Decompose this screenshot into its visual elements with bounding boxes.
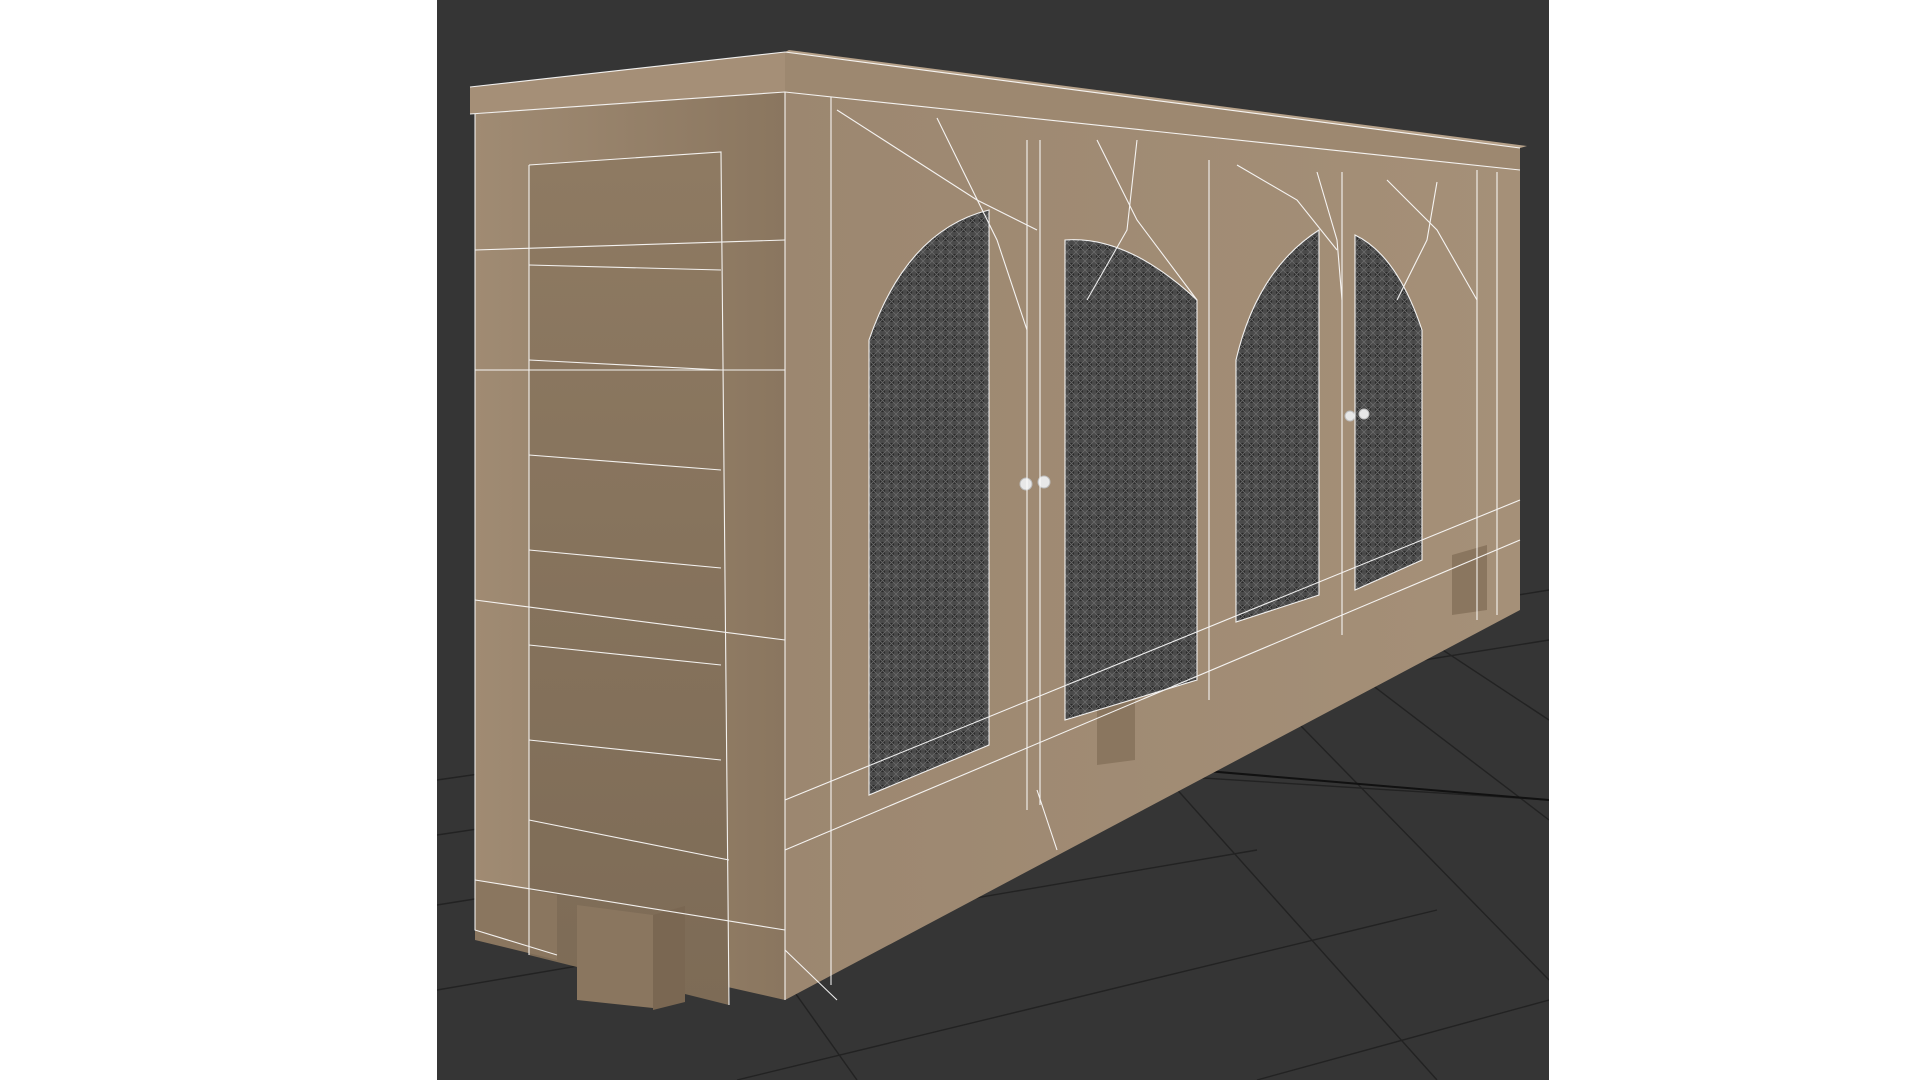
- cabinet-front: [785, 92, 1520, 1000]
- viewport-render: [437, 50, 1549, 1080]
- 3d-viewport[interactable]: [437, 0, 1549, 1080]
- cabinet-left-side: [475, 92, 785, 1010]
- screenshot-page: [0, 0, 1920, 1080]
